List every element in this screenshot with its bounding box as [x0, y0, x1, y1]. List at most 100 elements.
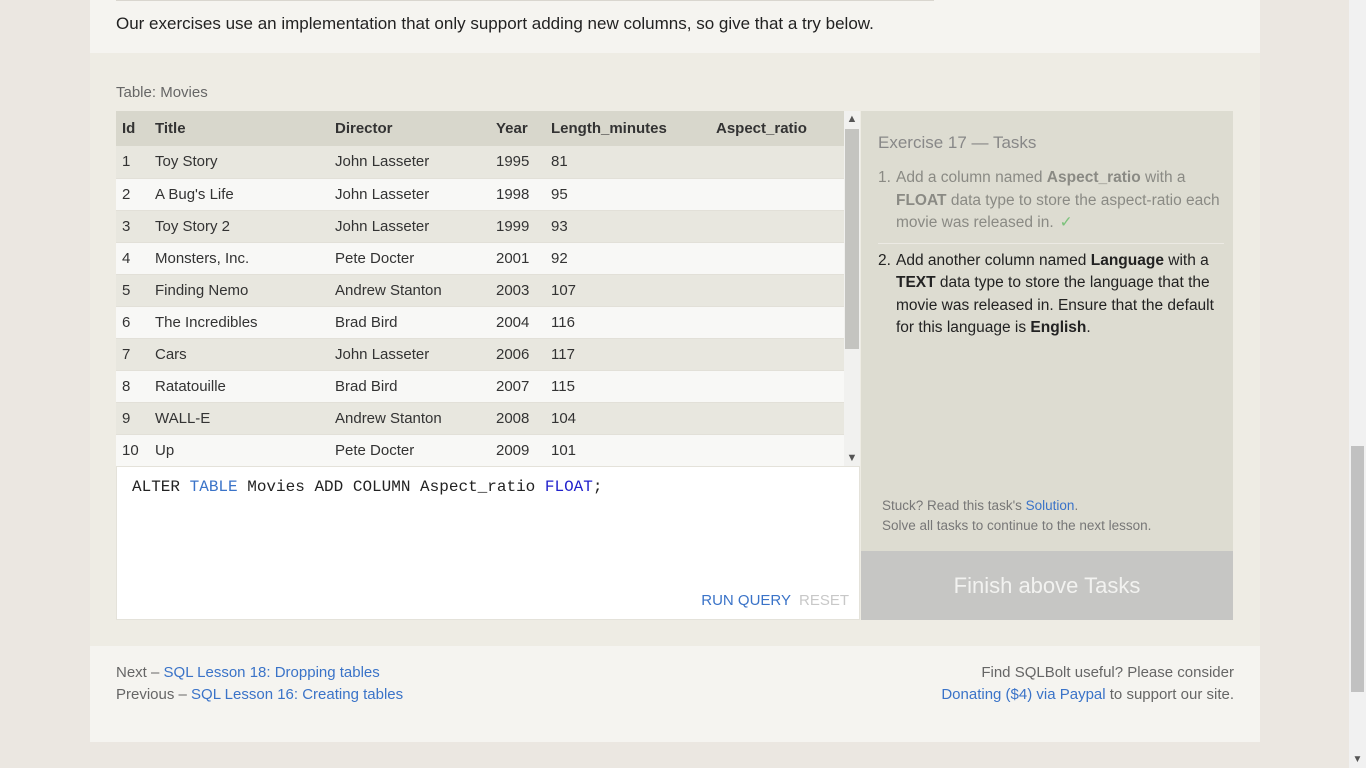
- table-row: 7 Cars John Lasseter 2006 117: [116, 338, 844, 371]
- table-cell: 2003: [490, 274, 545, 307]
- results-table-container[interactable]: Id Title Director Year Length_minutes As…: [116, 111, 860, 466]
- table-cell: 101: [545, 434, 710, 466]
- table-cell: [710, 178, 844, 211]
- table-cell: 2: [116, 178, 149, 211]
- table-cell: [710, 370, 844, 403]
- table-cell: 81: [545, 146, 710, 179]
- table-row: 6 The Incredibles Brad Bird 2004 116: [116, 306, 844, 339]
- table-cell: Up: [149, 434, 329, 466]
- table-cell: [710, 434, 844, 466]
- table-row: 1 Toy Story John Lasseter 1995 81: [116, 146, 844, 179]
- table-cell: John Lasseter: [329, 210, 490, 243]
- table-cell: John Lasseter: [329, 338, 490, 371]
- table-cell: 2009: [490, 434, 545, 466]
- table-cell: 1995: [490, 146, 545, 179]
- table-scrollbar[interactable]: ▲ ▼: [844, 111, 860, 466]
- table-header-row: Id Title Director Year Length_minutes As…: [116, 111, 844, 146]
- table-cell: 115: [545, 370, 710, 403]
- table-cell: Brad Bird: [329, 306, 490, 339]
- solution-link[interactable]: Solution: [1026, 498, 1075, 513]
- table-row: 4 Monsters, Inc. Pete Docter 2001 92: [116, 242, 844, 275]
- table-cell: John Lasseter: [329, 146, 490, 179]
- table-row: 10 Up Pete Docter 2009 101: [116, 434, 844, 466]
- table-cell: Brad Bird: [329, 370, 490, 403]
- table-cell: WALL-E: [149, 402, 329, 435]
- column-header: Length_minutes: [545, 111, 710, 146]
- table-cell: 1998: [490, 178, 545, 211]
- table-row: 2A Bug's Life John Lasseter 1998 95: [116, 178, 844, 211]
- table-cell: 92: [545, 242, 710, 275]
- table-cell: Pete Docter: [329, 242, 490, 275]
- task-item: 2. Add another column named Language wit…: [878, 242, 1224, 348]
- lesson-navigation: Next – SQL Lesson 18: Dropping tables Pr…: [116, 664, 404, 703]
- table-cell: Pete Docter: [329, 434, 490, 466]
- table-cell: 2006: [490, 338, 545, 371]
- table-cell: 10: [116, 434, 149, 466]
- table-row: 3 Toy Story 2 John Lasseter 1999 93: [116, 210, 844, 243]
- table-cell: 95: [545, 178, 710, 211]
- tasks-title: Exercise 17 — Tasks: [878, 133, 1037, 152]
- table-cell: 7: [116, 338, 149, 371]
- chevron-down-icon[interactable]: ▼: [1349, 751, 1366, 768]
- chevron-up-icon[interactable]: ▲: [844, 111, 860, 127]
- table-cell: 6: [116, 306, 149, 339]
- next-lesson-link[interactable]: SQL Lesson 18: Dropping tables: [164, 664, 380, 681]
- checkmark-icon: ✓: [1059, 214, 1073, 231]
- table-cell: 1999: [490, 210, 545, 243]
- column-header: Title: [149, 111, 329, 146]
- table-row: 9 WALL-E Andrew Stanton 2008 104: [116, 402, 844, 435]
- task-item: 1. Add a column named Aspect_ratio with …: [878, 169, 1220, 231]
- table-label: Table: Movies: [116, 84, 208, 101]
- run-query-button[interactable]: RUN QUERY: [701, 592, 791, 609]
- table-cell: [710, 146, 844, 179]
- finish-tasks-button[interactable]: Finish above Tasks: [861, 551, 1233, 620]
- table-cell: 1: [116, 146, 149, 179]
- table-cell: 2007: [490, 370, 545, 403]
- chevron-down-icon[interactable]: ▼: [844, 450, 860, 466]
- table-cell: [710, 242, 844, 275]
- table-cell: Finding Nemo: [149, 274, 329, 307]
- table-cell: [710, 274, 844, 307]
- query-editor[interactable]: ALTER TABLE Movies ADD COLUMN Aspect_rat…: [116, 466, 860, 620]
- table-cell: Toy Story 2: [149, 210, 329, 243]
- table-cell: [710, 338, 844, 371]
- divider: [116, 0, 934, 1]
- table-cell: Cars: [149, 338, 329, 371]
- intro-text: Our exercises use an implementation that…: [116, 14, 874, 33]
- results-table: Id Title Director Year Length_minutes As…: [116, 111, 844, 466]
- table-cell: 2008: [490, 402, 545, 435]
- table-cell: [710, 210, 844, 243]
- table-cell: 116: [545, 306, 710, 339]
- table-cell: Monsters, Inc.: [149, 242, 329, 275]
- page-content: Our exercises use an implementation that…: [90, 0, 1260, 742]
- exercise-panel: Table: Movies Id Title Director Year Len…: [90, 53, 1260, 646]
- table-row: 5 Finding Nemo Andrew Stanton 2003 107: [116, 274, 844, 307]
- table-cell: 3: [116, 210, 149, 243]
- table-cell: Toy Story: [149, 146, 329, 179]
- column-header: Aspect_ratio: [710, 111, 844, 146]
- table-cell: 2001: [490, 242, 545, 275]
- table-cell: A Bug's Life: [149, 178, 329, 211]
- tasks-panel: Exercise 17 — Tasks 1. Add a column name…: [861, 111, 1233, 551]
- table-cell: 107: [545, 274, 710, 307]
- task-list: 1. Add a column named Aspect_ratio with …: [878, 167, 1224, 348]
- query-text[interactable]: ALTER TABLE Movies ADD COLUMN Aspect_rat…: [132, 478, 603, 496]
- table-cell: 9: [116, 402, 149, 435]
- table-row: 8 Ratatouille Brad Bird 2007 115: [116, 370, 844, 403]
- previous-lesson-link[interactable]: SQL Lesson 16: Creating tables: [191, 686, 403, 703]
- scrollbar-thumb[interactable]: [845, 129, 859, 349]
- donate-link[interactable]: Donating ($4) via Paypal: [941, 686, 1105, 703]
- table-cell: 8: [116, 370, 149, 403]
- reset-button[interactable]: RESET: [799, 592, 849, 609]
- table-cell: John Lasseter: [329, 178, 490, 211]
- column-header: Year: [490, 111, 545, 146]
- table-cell: Andrew Stanton: [329, 402, 490, 435]
- table-cell: 4: [116, 242, 149, 275]
- table-cell: 2004: [490, 306, 545, 339]
- table-cell: 93: [545, 210, 710, 243]
- page-scrollbar[interactable]: ▼: [1349, 0, 1366, 768]
- table-cell: Andrew Stanton: [329, 274, 490, 307]
- table-cell: Ratatouille: [149, 370, 329, 403]
- scrollbar-thumb[interactable]: [1351, 446, 1364, 692]
- table-cell: [710, 402, 844, 435]
